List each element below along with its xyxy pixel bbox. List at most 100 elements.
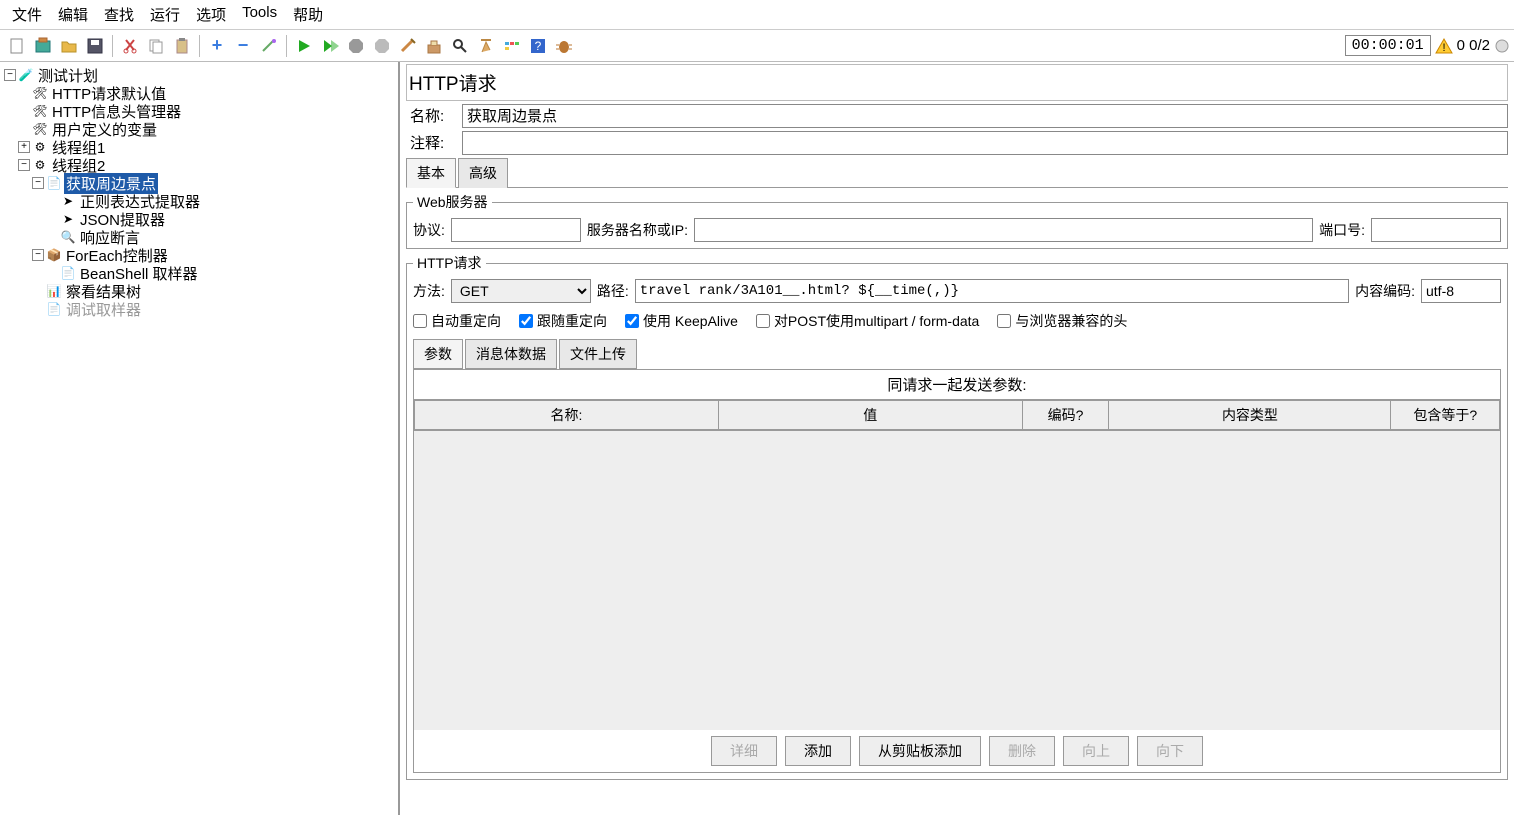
test-plan-tree[interactable]: −🧪测试计划 🛠HTTP请求默认值 🛠HTTP信息头管理器 🛠用户定义的变量 +… xyxy=(0,62,400,815)
tree-collapse-icon[interactable]: − xyxy=(18,159,30,171)
collapse-icon[interactable]: − xyxy=(231,34,255,58)
encoding-input[interactable] xyxy=(1421,279,1501,303)
protocol-label: 协议: xyxy=(413,220,445,240)
tree-collapse-icon[interactable]: − xyxy=(32,177,44,189)
http-request-fieldset: HTTP请求 方法: GET 路径: 内容编码: 自动重定向 跟随重定向 使用 … xyxy=(406,253,1508,780)
toggle-icon[interactable] xyxy=(257,34,281,58)
browser-compat-checkbox[interactable] xyxy=(997,314,1011,328)
col-include-equals: 包含等于? xyxy=(1391,401,1500,430)
col-value: 值 xyxy=(718,401,1022,430)
follow-redirect-checkbox[interactable] xyxy=(519,314,533,328)
name-label: 名称: xyxy=(406,103,462,128)
keepalive-checkbox[interactable] xyxy=(625,314,639,328)
main-area: −🧪测试计划 🛠HTTP请求默认值 🛠HTTP信息头管理器 🛠用户定义的变量 +… xyxy=(0,62,1514,815)
encoding-label: 内容编码: xyxy=(1355,281,1415,301)
path-input[interactable] xyxy=(635,279,1349,303)
new-icon[interactable] xyxy=(5,34,29,58)
detail-button[interactable]: 详细 xyxy=(711,736,777,766)
name-input[interactable] xyxy=(462,104,1508,128)
wrench-icon: 🛠 xyxy=(32,103,48,119)
auto-redirect-checkbox[interactable] xyxy=(413,314,427,328)
col-content-type: 内容类型 xyxy=(1109,401,1391,430)
help-icon[interactable]: ? xyxy=(526,34,550,58)
clear-all-icon[interactable] xyxy=(422,34,446,58)
protocol-input[interactable] xyxy=(451,218,581,242)
menu-run[interactable]: 运行 xyxy=(142,2,188,27)
start-icon[interactable] xyxy=(292,34,316,58)
stop-icon[interactable] xyxy=(344,34,368,58)
tree-expand-icon[interactable]: + xyxy=(18,141,30,153)
browser-compat-label: 与浏览器兼容的头 xyxy=(1015,311,1127,331)
col-encode: 编码? xyxy=(1022,401,1109,430)
sampler-icon: 📄 xyxy=(60,265,76,281)
extractor-icon: ➤ xyxy=(60,211,76,227)
path-label: 路径: xyxy=(597,281,629,301)
cut-icon[interactable] xyxy=(118,34,142,58)
tree-debug-sampler[interactable]: 调试取样器 xyxy=(64,299,143,320)
clear-icon[interactable] xyxy=(396,34,420,58)
gear-icon: ⚙ xyxy=(32,157,48,173)
shutdown-icon[interactable] xyxy=(370,34,394,58)
tab-advanced[interactable]: 高级 xyxy=(458,158,508,188)
menu-edit[interactable]: 编辑 xyxy=(50,2,96,27)
delete-button[interactable]: 删除 xyxy=(989,736,1055,766)
thread-count: 0 0/2 xyxy=(1457,37,1490,54)
add-from-clipboard-button[interactable]: 从剪贴板添加 xyxy=(859,736,981,766)
controller-icon: 📦 xyxy=(46,247,62,263)
server-input[interactable] xyxy=(694,218,1313,242)
tab-body-data[interactable]: 消息体数据 xyxy=(465,339,557,369)
editor-panel: HTTP请求 名称: 注释: 基本 高级 Web服务器 协议: 服务器名称或IP… xyxy=(400,62,1514,815)
save-icon[interactable] xyxy=(83,34,107,58)
bug-icon[interactable] xyxy=(552,34,576,58)
start-no-pause-icon[interactable] xyxy=(318,34,342,58)
params-panel: 同请求一起发送参数: 名称: 值 编码? 内容类型 包含等于? 详细 添加 从剪… xyxy=(413,369,1501,773)
method-label: 方法: xyxy=(413,281,445,301)
menu-file[interactable]: 文件 xyxy=(4,2,50,27)
open-icon[interactable] xyxy=(57,34,81,58)
active-threads-icon xyxy=(1494,38,1510,54)
params-button-row: 详细 添加 从剪贴板添加 删除 向上 向下 xyxy=(414,730,1500,772)
follow-redirect-label: 跟随重定向 xyxy=(537,311,607,331)
port-input[interactable] xyxy=(1371,218,1501,242)
expand-icon[interactable]: + xyxy=(205,34,229,58)
tab-basic[interactable]: 基本 xyxy=(406,158,456,188)
warning-icon[interactable]: ! xyxy=(1435,37,1453,55)
menubar: 文件 编辑 查找 运行 选项 Tools 帮助 xyxy=(0,0,1514,30)
function-icon[interactable] xyxy=(500,34,524,58)
sampler-icon: 📄 xyxy=(46,175,62,191)
paste-icon[interactable] xyxy=(170,34,194,58)
toolbar: + − ? 00:00:01 ! 0 0/2 xyxy=(0,30,1514,62)
menu-search[interactable]: 查找 xyxy=(96,2,142,27)
reset-search-icon[interactable] xyxy=(474,34,498,58)
gear-icon: ⚙ xyxy=(32,139,48,155)
params-table[interactable]: 名称: 值 编码? 内容类型 包含等于? xyxy=(414,400,1500,430)
tab-file-upload[interactable]: 文件上传 xyxy=(559,339,637,369)
sampler-icon: 📄 xyxy=(46,301,62,317)
comment-label: 注释: xyxy=(406,130,462,155)
add-button[interactable]: 添加 xyxy=(785,736,851,766)
server-label: 服务器名称或IP: xyxy=(587,220,688,240)
search-icon[interactable] xyxy=(448,34,472,58)
wrench-icon: 🛠 xyxy=(32,121,48,137)
down-button[interactable]: 向下 xyxy=(1137,736,1203,766)
auto-redirect-label: 自动重定向 xyxy=(431,311,501,331)
menu-tools[interactable]: Tools xyxy=(234,2,285,27)
extractor-icon: ➤ xyxy=(60,193,76,209)
copy-icon[interactable] xyxy=(144,34,168,58)
multipart-label: 对POST使用multipart / form-data xyxy=(774,311,979,331)
params-empty-body[interactable] xyxy=(414,430,1500,730)
params-title: 同请求一起发送参数: xyxy=(414,370,1500,400)
comment-input[interactable] xyxy=(462,131,1508,155)
col-name: 名称: xyxy=(415,401,719,430)
menu-help[interactable]: 帮助 xyxy=(285,2,331,27)
method-select[interactable]: GET xyxy=(451,279,591,303)
multipart-checkbox[interactable] xyxy=(756,314,770,328)
templates-icon[interactable] xyxy=(31,34,55,58)
keepalive-label: 使用 KeepAlive xyxy=(643,311,738,331)
assertion-icon: 🔍 xyxy=(60,229,76,245)
tree-collapse-icon[interactable]: − xyxy=(4,69,16,81)
menu-options[interactable]: 选项 xyxy=(188,2,234,27)
tree-collapse-icon[interactable]: − xyxy=(32,249,44,261)
up-button[interactable]: 向上 xyxy=(1063,736,1129,766)
tab-params[interactable]: 参数 xyxy=(413,339,463,369)
